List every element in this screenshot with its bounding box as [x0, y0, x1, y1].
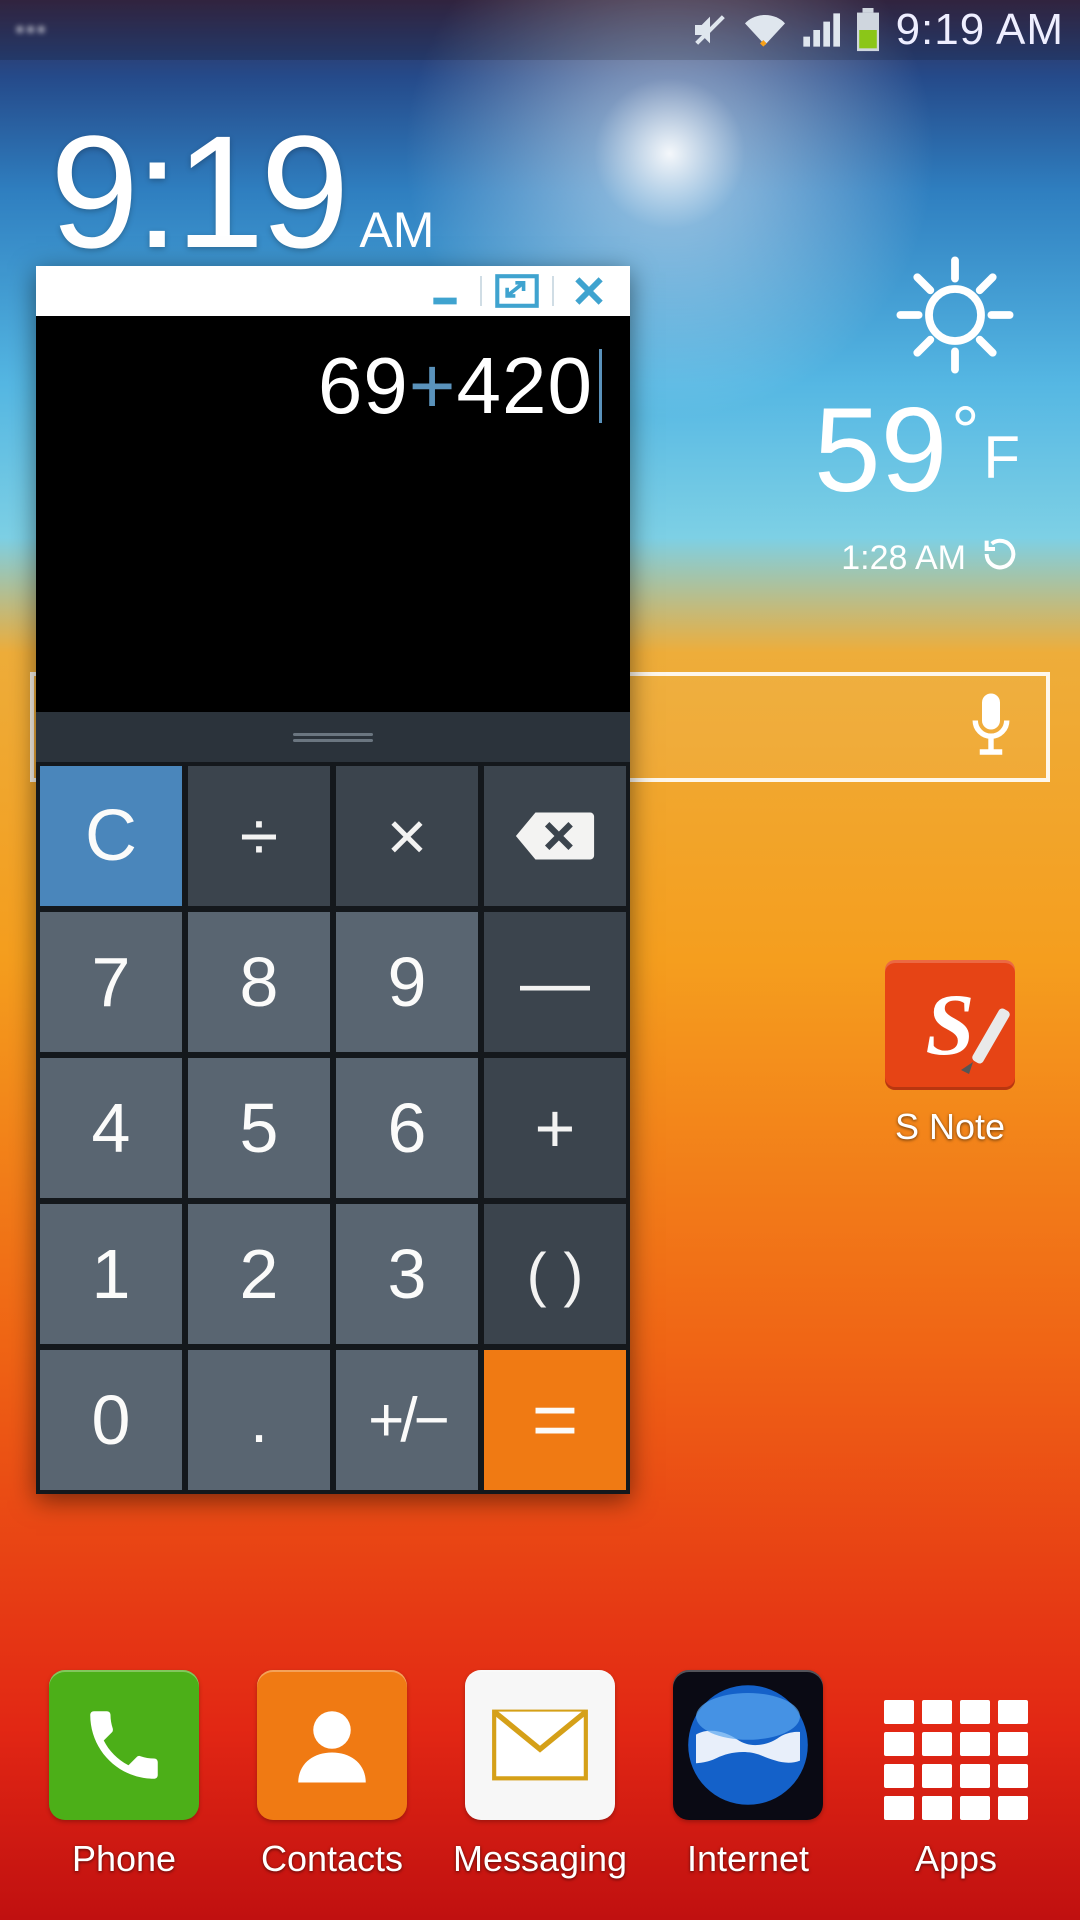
key-plus-minus[interactable]: +/− [336, 1350, 478, 1490]
key-subtract[interactable]: — [484, 912, 626, 1052]
key-multiply[interactable]: × [336, 766, 478, 906]
key-add[interactable]: + [484, 1058, 626, 1198]
dock-contacts[interactable]: Contacts [237, 1670, 427, 1880]
dock: Phone Contacts Messaging Internet Apps [0, 1620, 1080, 1880]
dock-contacts-label: Contacts [261, 1838, 403, 1880]
dock-apps[interactable]: Apps [861, 1700, 1051, 1880]
drag-handle-icon [293, 730, 373, 744]
snote-shortcut[interactable]: S S Note [870, 960, 1030, 1148]
calculator-keypad: C ÷ × 7 8 9 — 4 5 6 + 1 2 3 ( ) 0 . +/− … [36, 762, 630, 1494]
display-operator: + [409, 341, 457, 430]
key-4[interactable]: 4 [40, 1058, 182, 1198]
dock-internet-label: Internet [687, 1838, 809, 1880]
refresh-icon[interactable] [980, 534, 1020, 583]
snote-label: S Note [870, 1106, 1030, 1148]
minimize-button[interactable] [410, 268, 480, 314]
key-equals[interactable]: = [484, 1350, 626, 1490]
contacts-icon [257, 1670, 407, 1820]
status-right: 9:19 AM [690, 5, 1064, 55]
text-cursor [599, 349, 602, 423]
weather-temp: 59 [814, 390, 947, 510]
key-3[interactable]: 3 [336, 1204, 478, 1344]
weather-block[interactable]: 59 ° F 1:28 AM [814, 250, 1020, 583]
signal-icon [800, 10, 840, 50]
key-clear[interactable]: C [40, 766, 182, 906]
key-parentheses[interactable]: ( ) [484, 1204, 626, 1344]
key-1[interactable]: 1 [40, 1204, 182, 1344]
dock-phone[interactable]: Phone [29, 1670, 219, 1880]
display-operand-left: 69 [318, 341, 409, 430]
calculator-drag-handle[interactable] [36, 712, 630, 762]
clock-time: 9:19 [50, 100, 345, 284]
internet-icon [673, 1670, 823, 1820]
dock-messaging-label: Messaging [453, 1838, 627, 1880]
close-button[interactable] [554, 268, 624, 314]
phone-icon [49, 1670, 199, 1820]
display-operand-right: 420 [457, 341, 593, 430]
calculator-window[interactable]: 69+420 C ÷ × 7 8 9 — 4 5 6 + 1 2 3 ( ) 0… [36, 266, 630, 1494]
status-time: 9:19 AM [896, 5, 1064, 55]
maximize-button[interactable] [482, 268, 552, 314]
key-decimal[interactable]: . [188, 1350, 330, 1490]
apps-icon [881, 1700, 1031, 1820]
status-left-blur: ••• [16, 17, 48, 43]
battery-icon [854, 8, 882, 52]
snote-icon: S [885, 960, 1015, 1090]
clock-ampm: AM [359, 201, 434, 259]
sun-icon [814, 250, 1020, 380]
wifi-icon [744, 10, 786, 50]
dock-internet[interactable]: Internet [653, 1670, 843, 1880]
key-8[interactable]: 8 [188, 912, 330, 1052]
key-0[interactable]: 0 [40, 1350, 182, 1490]
key-2[interactable]: 2 [188, 1204, 330, 1344]
calculator-titlebar[interactable] [36, 266, 630, 316]
key-9[interactable]: 9 [336, 912, 478, 1052]
status-bar: ••• 9:19 AM [0, 0, 1080, 60]
key-backspace[interactable] [484, 766, 626, 906]
weather-updated-time: 1:28 AM [841, 539, 966, 578]
weather-unit: F [983, 428, 1020, 488]
key-5[interactable]: 5 [188, 1058, 330, 1198]
key-divide[interactable]: ÷ [188, 766, 330, 906]
key-6[interactable]: 6 [336, 1058, 478, 1198]
dock-phone-label: Phone [72, 1838, 176, 1880]
mute-icon [690, 10, 730, 50]
key-7[interactable]: 7 [40, 912, 182, 1052]
weather-degree-symbol: ° [951, 396, 979, 466]
mic-icon[interactable] [964, 688, 1018, 767]
messaging-icon [465, 1670, 615, 1820]
dock-apps-label: Apps [915, 1838, 997, 1880]
dock-messaging[interactable]: Messaging [445, 1670, 635, 1880]
calculator-display[interactable]: 69+420 [36, 316, 630, 712]
